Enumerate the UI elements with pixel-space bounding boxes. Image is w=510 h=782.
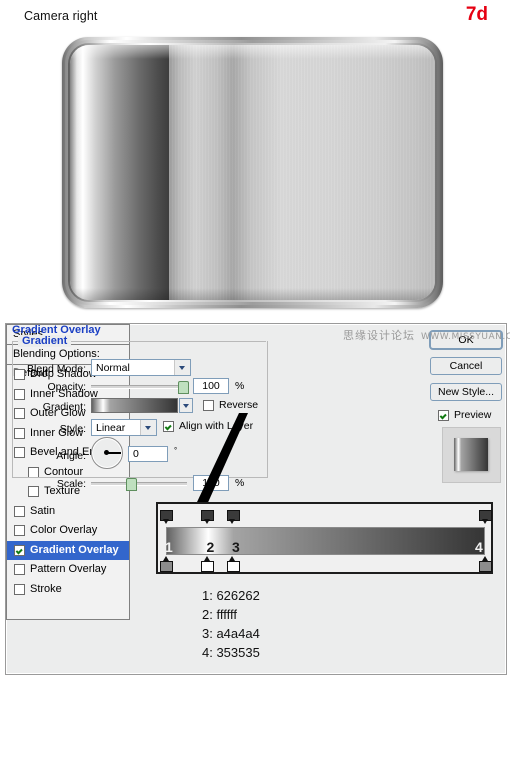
opacity-stop-4[interactable]: [479, 510, 492, 524]
angle-unit: °: [174, 446, 178, 455]
preview-label: Preview: [454, 409, 492, 421]
opacity-label: Opacity:: [47, 381, 86, 393]
opacity-stop-1[interactable]: [160, 510, 173, 524]
align-with-layer-checkbox[interactable]: Align with Layer: [163, 420, 253, 432]
stop-number-3: 3: [231, 539, 240, 555]
style-row-label: Stroke: [30, 582, 62, 595]
preview-checkbox[interactable]: Preview: [438, 409, 491, 421]
align-with-layer-label: Align with Layer: [179, 420, 254, 432]
style-checkbox[interactable]: [14, 564, 25, 576]
style-row-gradient-overlay[interactable]: Gradient Overlay: [7, 540, 129, 560]
style-checkbox[interactable]: [14, 505, 25, 517]
watermark: 思缘设计论坛 WWW.MISSYUAN.COM: [343, 327, 510, 343]
blend-mode-value: Normal: [96, 362, 130, 374]
opacity-value[interactable]: 100: [193, 378, 229, 394]
gradient-picker-chevron-icon[interactable]: [179, 398, 193, 413]
opacity-slider-knob[interactable]: [178, 381, 189, 394]
page-header: Camera right 7d: [0, 0, 510, 30]
legend-line: 1: 626262: [202, 588, 260, 603]
new-style-button[interactable]: New Style...: [430, 383, 502, 401]
camera-body-render: [62, 37, 443, 308]
style-row-pattern-overlay[interactable]: Pattern Overlay: [7, 560, 129, 580]
opacity-stop-2[interactable]: [201, 510, 215, 524]
watermark-en: WWW.MISSYUAN.COM: [421, 332, 510, 342]
scale-value[interactable]: 100: [193, 475, 229, 491]
legend-line: 2: ffffff: [202, 607, 237, 622]
stop-number-2: 2: [206, 539, 215, 555]
angle-dial[interactable]: [91, 437, 123, 469]
angle-dial-needle[interactable]: [107, 452, 121, 454]
color-stop-swatch: [160, 561, 173, 572]
opacity-stop-tip: [229, 519, 236, 524]
scale-unit: %: [235, 477, 245, 489]
style-row-color-overlay[interactable]: Color Overlay: [7, 521, 129, 541]
gradient-color-legend: 1: 626262 2: ffffff 3: a4a4a4 4: 353535: [202, 586, 260, 662]
color-stop-3[interactable]: [226, 556, 240, 572]
opacity-slider[interactable]: [91, 381, 189, 394]
gradient-editor-callout: 1 23 4: [156, 502, 493, 574]
cancel-button[interactable]: Cancel: [430, 357, 502, 375]
color-stop-swatch: [479, 561, 492, 572]
style-select[interactable]: Linear: [91, 419, 157, 436]
reverse-checkbox[interactable]: Reverse: [203, 399, 258, 411]
artwork-area: [0, 30, 510, 318]
style-checkbox[interactable]: [14, 525, 25, 537]
gradient-label: Gradient:: [42, 401, 86, 413]
legend-line: 4: 353535: [202, 645, 260, 660]
gradient-preview-swatch[interactable]: [91, 398, 178, 413]
camera-left-grip-band: [70, 45, 169, 300]
style-checkbox[interactable]: [14, 544, 25, 556]
preview-checkbox-box[interactable]: [438, 409, 449, 421]
color-stop-4[interactable]: [479, 556, 492, 572]
opacity-stop-tip: [203, 519, 210, 524]
angle-label: Angle:: [56, 450, 86, 462]
watermark-cn: 思缘设计论坛: [343, 329, 415, 342]
opacity-slider-track: [91, 385, 187, 389]
style-row-stroke[interactable]: Stroke: [7, 580, 129, 600]
opacity-stop-tip: [162, 519, 169, 524]
scale-slider-knob[interactable]: [125, 478, 137, 491]
scale-slider[interactable]: [91, 478, 187, 491]
angle-value[interactable]: 0: [128, 446, 168, 462]
preview-thumbnail-gradient: [454, 438, 488, 471]
style-checkbox[interactable]: [14, 583, 25, 595]
style-row-label: Satin: [30, 504, 56, 517]
camera-brushed-panel: [169, 45, 435, 300]
reverse-label: Reverse: [219, 399, 259, 411]
legend-line: 3: a4a4a4: [202, 626, 260, 641]
step-badge: 7d: [465, 4, 488, 25]
opacity-unit: %: [235, 380, 245, 392]
style-row-satin[interactable]: Satin: [7, 502, 129, 522]
camera-face: [70, 45, 435, 300]
scale-slider-track: [91, 482, 187, 486]
align-with-layer-checkbox-box[interactable]: [163, 420, 174, 432]
style-row-label: Gradient Overlay: [30, 543, 119, 556]
stop-number-1: 1: [165, 539, 173, 555]
preview-thumbnail: [442, 427, 501, 483]
style-row-label: Color Overlay: [30, 524, 98, 536]
opacity-stop-tip: [481, 519, 488, 524]
stop-number-4: 4: [475, 539, 483, 555]
color-stop-swatch: [201, 561, 215, 572]
color-stop-1[interactable]: [160, 556, 173, 572]
color-stop-swatch: [226, 561, 240, 572]
reverse-checkbox-box[interactable]: [203, 399, 214, 411]
style-label: Style:: [59, 423, 86, 435]
scale-label: Scale:: [56, 478, 86, 490]
layer-style-dialog: Styles Blending Options: Default Drop Sh…: [5, 323, 510, 675]
opacity-stop-3[interactable]: [226, 510, 240, 524]
blend-mode-select[interactable]: Normal: [91, 359, 191, 376]
color-stop-2[interactable]: [201, 556, 215, 572]
page-title: Camera right: [24, 9, 98, 23]
gradient-group-label: Gradient: [18, 335, 72, 347]
chevron-down-icon[interactable]: [174, 360, 190, 375]
blend-mode-label: Blend Mode:: [27, 363, 86, 375]
style-value: Linear: [96, 422, 126, 434]
chevron-down-icon[interactable]: [140, 420, 156, 435]
style-row-label: Pattern Overlay: [30, 563, 107, 575]
